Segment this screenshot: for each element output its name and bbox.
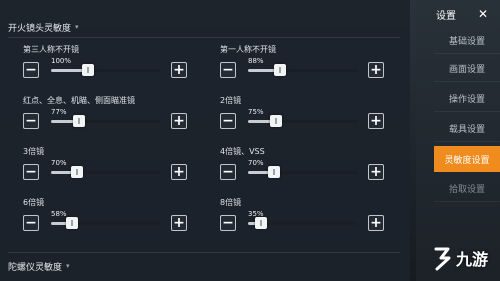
slider-thumb[interactable]: [70, 166, 83, 178]
minus-icon: −: [25, 215, 37, 231]
setting-percent: 70%: [51, 159, 67, 167]
decrease-button[interactable]: −: [23, 113, 39, 129]
sidebar-item-sensitivity[interactable]: 灵敏度设置: [434, 146, 500, 172]
sidebar-item-label: 载具设置: [448, 125, 485, 135]
setting-3x-scope: 3倍镜 − 70% +: [23, 146, 203, 186]
minus-icon: −: [222, 164, 234, 180]
sidebar-item-label: 基础设置: [448, 37, 485, 47]
sensitivity-slider[interactable]: [248, 115, 358, 127]
plus-icon: +: [370, 113, 382, 129]
close-icon[interactable]: ✕: [478, 8, 488, 20]
sidebar-item-graphics[interactable]: 画面设置: [434, 56, 500, 82]
setting-label: 6倍镜: [23, 198, 45, 207]
setting-percent: 70%: [248, 159, 264, 167]
setting-4x-scope: 4倍镜、VSS − 70% +: [220, 146, 400, 186]
plus-icon: +: [173, 164, 185, 180]
sensitivity-slider[interactable]: [248, 217, 358, 229]
increase-button[interactable]: +: [368, 164, 384, 180]
sensitivity-slider[interactable]: [51, 166, 161, 178]
setting-percent: 58%: [51, 210, 67, 218]
slider-thumb[interactable]: [274, 64, 287, 76]
setting-label: 4倍镜、VSS: [220, 147, 265, 156]
minus-icon: −: [222, 113, 234, 129]
section-title: 开火镜头灵敏度: [8, 23, 72, 34]
slider-thumb[interactable]: [254, 217, 267, 229]
sidebar-item-label: 灵敏度设置: [444, 155, 490, 166]
minus-icon: −: [25, 113, 37, 129]
setting-6x-scope: 6倍镜 − 58% +: [23, 197, 203, 237]
sidebar-item-controls[interactable]: 操作设置: [434, 86, 500, 112]
setting-label: 3倍镜: [23, 147, 45, 156]
sidebar-title: 设置: [436, 10, 456, 22]
setting-label: 第三人称不开镜: [23, 45, 79, 54]
slider-thumb[interactable]: [269, 115, 282, 127]
plus-icon: +: [173, 215, 185, 231]
section-header-gyroscope[interactable]: 陀螺仪灵敏度 ▾: [8, 257, 70, 275]
increase-button[interactable]: +: [368, 215, 384, 231]
sensitivity-panel: 开火镜头灵敏度 ▾ 第三人称不开镜 − 100% + 第一人称不开镜 − 88%…: [0, 0, 410, 281]
setting-percent: 75%: [248, 108, 264, 116]
sidebar-item-pickup[interactable]: 拾取设置: [434, 176, 500, 202]
slider-thumb[interactable]: [66, 217, 79, 229]
setting-label: 2倍镜: [220, 96, 242, 105]
sensitivity-slider[interactable]: [51, 115, 161, 127]
sensitivity-slider[interactable]: [248, 64, 358, 76]
minus-icon: −: [25, 62, 37, 78]
increase-button[interactable]: +: [368, 113, 384, 129]
sensitivity-slider[interactable]: [248, 166, 358, 178]
decrease-button[interactable]: −: [23, 215, 39, 231]
decrease-button[interactable]: −: [220, 215, 236, 231]
sidebar-item-label: 拾取设置: [448, 185, 485, 195]
plus-icon: +: [370, 62, 382, 78]
setting-label: 第一人称不开镜: [220, 45, 276, 54]
setting-first-person: 第一人称不开镜 − 88% +: [220, 44, 400, 84]
setting-percent: 100%: [51, 57, 72, 65]
setting-8x-scope: 8倍镜 − 35% +: [220, 197, 400, 237]
increase-button[interactable]: +: [171, 164, 187, 180]
setting-third-person: 第三人称不开镜 − 100% +: [23, 44, 203, 84]
minus-icon: −: [25, 164, 37, 180]
settings-sidebar: 设置 ✕ 基础设置 画面设置 操作设置 载具设置 灵敏度设置 拾取设置: [416, 0, 500, 281]
sidebar-item-label: 画面设置: [448, 65, 485, 75]
decrease-button[interactable]: −: [220, 62, 236, 78]
increase-button[interactable]: +: [171, 62, 187, 78]
sidebar-item-label: 操作设置: [448, 95, 485, 105]
watermark-logo: 九游: [432, 240, 494, 276]
watermark-text: 九游: [456, 250, 489, 269]
slider-thumb[interactable]: [73, 115, 86, 127]
increase-button[interactable]: +: [368, 62, 384, 78]
increase-button[interactable]: +: [171, 113, 187, 129]
slider-thumb[interactable]: [81, 64, 94, 76]
sidebar-item-basic[interactable]: 基础设置: [434, 28, 500, 54]
decrease-button[interactable]: −: [220, 113, 236, 129]
sidebar-header: 设置 ✕: [416, 4, 500, 24]
sidebar-item-vehicle[interactable]: 载具设置: [434, 116, 500, 142]
setting-label: 8倍镜: [220, 198, 242, 207]
divider: [8, 37, 400, 38]
plus-icon: +: [173, 113, 185, 129]
chevron-down-icon: ▾: [66, 262, 70, 270]
chevron-down-icon: ▾: [75, 23, 79, 31]
section-header-fire-camera[interactable]: 开火镜头灵敏度 ▾: [8, 18, 79, 36]
slider-thumb[interactable]: [267, 166, 280, 178]
decrease-button[interactable]: −: [220, 164, 236, 180]
plus-icon: +: [173, 62, 185, 78]
decrease-button[interactable]: −: [23, 164, 39, 180]
plus-icon: +: [370, 215, 382, 231]
sensitivity-slider[interactable]: [51, 217, 161, 229]
minus-icon: −: [222, 62, 234, 78]
setting-percent: 88%: [248, 57, 264, 65]
setting-2x-scope: 2倍镜 − 75% +: [220, 95, 400, 135]
section-title: 陀螺仪灵敏度: [8, 262, 63, 273]
plus-icon: +: [370, 164, 382, 180]
logo-icon: [434, 247, 451, 271]
setting-percent: 77%: [51, 108, 67, 116]
minus-icon: −: [222, 215, 234, 231]
increase-button[interactable]: +: [171, 215, 187, 231]
decrease-button[interactable]: −: [23, 62, 39, 78]
divider: [8, 252, 400, 253]
sensitivity-slider[interactable]: [51, 64, 161, 76]
setting-red-dot: 红点、全息、机瞄、侧面瞄准镜 − 77% +: [23, 95, 203, 135]
setting-label: 红点、全息、机瞄、侧面瞄准镜: [23, 96, 135, 105]
